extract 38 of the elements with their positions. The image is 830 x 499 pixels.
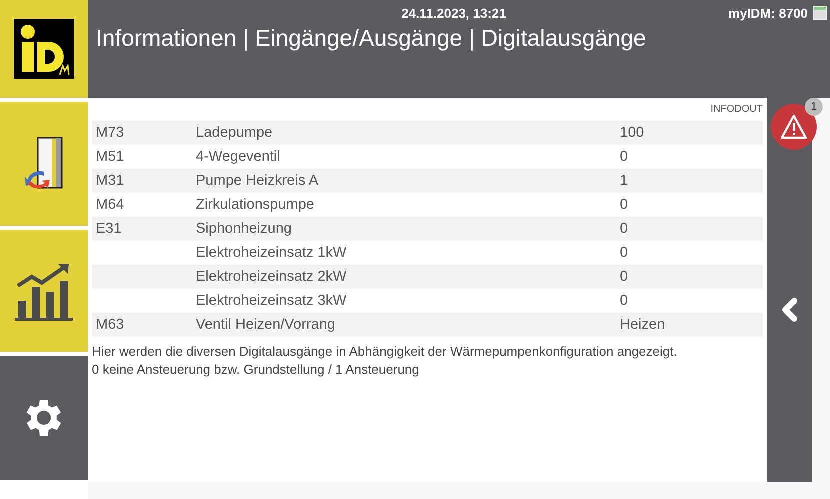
table-cell-text: 0 xyxy=(620,269,630,285)
date-time: 24.11.2023, 13:21 xyxy=(402,6,506,21)
page-title: Informationen | Eingänge/Ausgänge | Digitalausgänge xyxy=(96,25,648,52)
table-cell-text: M31 xyxy=(96,173,126,189)
logo-icon xyxy=(14,19,74,79)
table-cell-text: Elektroheizeinsatz 1kW xyxy=(196,245,348,261)
screen-code: INFODOUT xyxy=(710,104,763,117)
table-cell-text: 1 xyxy=(620,173,630,189)
table-cell-text: M64 xyxy=(96,197,126,213)
table-cell-text: 4-Wegeventil xyxy=(196,149,282,165)
table-cell-text: Zirkulationspumpe xyxy=(196,197,316,213)
description-text: 0 keine Ansteuerung bzw. Grundstellung / 1 Ansteuerung xyxy=(92,361,420,379)
table-cell-text: Ventil Heizen/Vorrang xyxy=(196,317,336,333)
table-cell-text: Heizen xyxy=(620,317,666,333)
table-cell-text: Pumpe Heizkreis A xyxy=(196,173,320,189)
device-label: myIDM: 8700 xyxy=(728,6,808,21)
table-cell-text: M63 xyxy=(96,317,126,333)
description-text: Hier werden die diversen Digitalausgänge in Abhängigkeit der Wärmepumpenkonfiguration angezeigt. xyxy=(92,343,678,361)
table-cell-text: E31 xyxy=(96,221,123,237)
table-cell-text: 0 xyxy=(620,197,630,213)
sidebar-item[interactable] xyxy=(0,102,88,226)
table-cell-text: 100 xyxy=(620,125,646,141)
table-cell-text: 0 xyxy=(620,149,630,165)
table-cell-text: M73 xyxy=(96,125,126,141)
door-arrows-icon xyxy=(24,136,64,192)
table-cell-text: Elektroheizeinsatz 3kW xyxy=(196,293,348,309)
table-cell-text: Siphonheizung xyxy=(196,221,293,237)
warning-icon xyxy=(780,114,808,140)
table-cell-text: M51 xyxy=(96,149,126,165)
table-cell-text: 0 xyxy=(620,221,630,237)
alert-button[interactable] xyxy=(771,104,817,150)
sidebar-item[interactable] xyxy=(0,230,88,352)
table-cell-text: 0 xyxy=(620,293,630,309)
table-cell-text: Elektroheizeinsatz 2kW xyxy=(196,269,348,285)
table-cell-text: 0 xyxy=(620,245,630,261)
table-cell-text: Ladepumpe xyxy=(196,125,274,141)
bar-chart-icon xyxy=(15,261,73,321)
sidebar-item[interactable] xyxy=(0,356,88,480)
